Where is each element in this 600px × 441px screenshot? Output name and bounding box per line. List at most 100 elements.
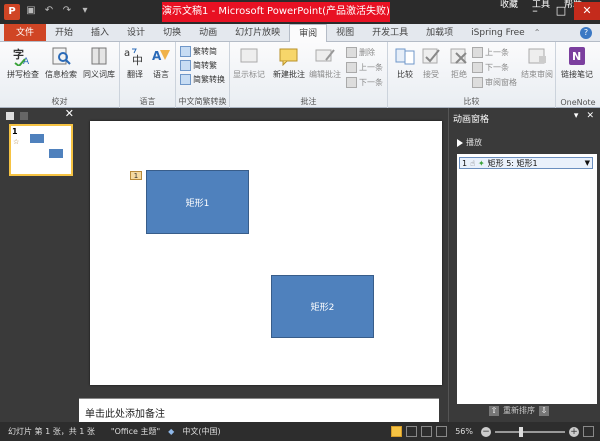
move-up-icon[interactable]: ⇧ [489,405,499,416]
group-chinese-conversion: 繁转简 简转繁 简繁转换 中文简繁转换 [176,42,230,108]
reviewing-pane-button[interactable]: 审阅窗格 [472,76,517,89]
save-icon[interactable]: ▣ [24,4,38,18]
normal-view-icon[interactable] [391,426,403,437]
tab-insert[interactable]: 插入 [82,24,118,41]
language-button[interactable]: A 语言 [144,46,178,86]
compare-previous-button[interactable]: 上一条 [472,46,509,59]
shape-label: 矩形1 [185,198,210,209]
animation-list-item[interactable]: 1 ☝ ✦ 矩形 5: 矩形1 ▼ [459,157,593,169]
compare-next-label: 下一条 [485,63,509,72]
tab-design[interactable]: 设计 [118,24,154,41]
theme-status[interactable]: "Office 主题" [103,426,168,437]
tab-ispring[interactable]: iSpring Free [462,24,534,41]
outline-tab-icon[interactable] [20,112,28,120]
reviewing-pane-label: 审阅窗格 [485,78,517,87]
animation-order-tag[interactable]: 1 [130,171,142,180]
tab-file[interactable]: 文件 [4,24,47,41]
research-button[interactable]: 信息检索 [44,46,78,86]
next-comment-button[interactable]: 下一条 [346,76,383,89]
compare-next-button[interactable]: 下一条 [472,61,509,74]
tab-view[interactable]: 视图 [327,24,363,41]
accept-label: 接受 [423,70,439,79]
edit-comment-icon [315,49,335,62]
spelling-button[interactable]: 字A 拼写检查 [6,46,40,86]
play-button[interactable]: 播放 [457,136,493,149]
animation-pane-title: 动画窗格 [453,115,490,125]
spelling-label: 拼写检查 [7,70,39,79]
chinese-convert-button[interactable]: 简繁转换 [180,73,225,86]
to-traditional-label: 简转繁 [193,61,217,70]
item-dropdown-icon[interactable]: ▼ [585,159,590,167]
group-onenote: N 链接笔记 OneNote [556,42,600,108]
slides-panel-close-icon[interactable]: ✕ [65,108,74,120]
slides-tab-icon[interactable] [6,112,14,120]
fit-to-window-icon[interactable] [583,426,594,437]
compare-previous-label: 上一条 [485,48,509,57]
linked-notes-button[interactable]: N 链接笔记 [560,46,594,86]
zoom-level[interactable]: 56% [455,427,473,436]
new-comment-icon [279,48,298,66]
show-markup-button[interactable]: 显示标记 [232,46,266,86]
slide-sorter-view-icon[interactable] [406,426,418,437]
thesaurus-icon [91,47,107,65]
mouse-click-icon: ☝ [470,158,475,168]
translate-label: 翻译 [127,70,143,79]
zoom-slider-handle[interactable] [519,426,523,437]
thesaurus-button[interactable]: 同义词库 [82,46,116,86]
to-simplified-button[interactable]: 繁转简 [180,45,217,58]
to-traditional-button[interactable]: 简转繁 [180,59,217,72]
tab-home[interactable]: 开始 [46,24,82,41]
group-proofing: 字A 拼写检查 信息检索 同义词库 校对 [0,42,120,108]
slide-thumbnail[interactable]: 1 ☆ [9,124,73,176]
compare-next-icon [472,62,483,73]
edit-comment-label: 编辑批注 [309,70,341,79]
zoom-in-icon[interactable]: + [569,426,579,437]
reject-button[interactable]: 拒绝 [442,46,476,86]
end-review-button[interactable]: 结束审阅 [520,46,554,86]
tab-animations[interactable]: 动画 [190,24,226,41]
zoom-slider[interactable] [495,426,565,437]
tab-transitions[interactable]: 切换 [154,24,190,41]
notes-pane[interactable]: 单击此处添加备注 [79,398,439,422]
pane-close-icon[interactable]: ✕ [586,111,594,121]
group-label-proofing: 校对 [51,97,68,106]
tab-addins[interactable]: 加载项 [417,24,462,41]
qat-dropdown-icon[interactable]: ▾ [78,4,92,18]
language-status[interactable]: 中文(中国) [174,426,228,437]
new-comment-button[interactable]: 新建批注 [272,46,306,86]
rectangle-shape-1[interactable]: 矩形1 [146,170,249,234]
slide-canvas[interactable]: 1 矩形1 矩形2 [90,121,442,385]
edit-comment-button[interactable]: 编辑批注 [308,46,342,86]
top-menu-item[interactable]: 收藏 [500,0,518,10]
reading-view-icon[interactable] [421,426,433,437]
reorder-controls: ⇧ 重新排序 ⇩ [489,405,549,416]
group-comments: 显示标记 新建批注 编辑批注 删除 上一条 下一条 批注 [230,42,388,108]
compare-label: 比较 [397,70,413,79]
slideshow-view-icon[interactable] [436,426,448,437]
group-language: a中 翻译 A 语言 语言 [120,42,176,108]
pane-dropdown-icon[interactable]: ▾ [574,111,579,121]
rectangle-shape-2[interactable]: 矩形2 [271,275,374,338]
end-review-icon [528,48,546,64]
maximize-icon[interactable]: □ [548,2,574,20]
animation-star-icon: ☆ [13,138,20,146]
previous-comment-button[interactable]: 上一条 [346,61,383,74]
powerpoint-logo-icon[interactable]: P [4,4,20,20]
to-simplified-label: 繁转简 [193,47,217,56]
help-icon[interactable]: ? [580,27,592,39]
move-down-icon[interactable]: ⇩ [539,405,549,416]
group-compare: 比较 接受 拒绝 上一条 下一条 审阅窗格 结束审阅 比较 [388,42,556,108]
tab-slideshow[interactable]: 幻灯片放映 [226,24,289,41]
tab-developer[interactable]: 开发工具 [363,24,417,41]
undo-icon[interactable]: ↶ [42,4,56,18]
ribbon-collapse-icon[interactable]: ⌃ [534,24,541,41]
close-icon[interactable]: ✕ [574,2,600,20]
next-label: 下一条 [359,78,383,87]
redo-icon[interactable]: ↷ [60,4,74,18]
tab-review[interactable]: 审阅 [289,24,328,43]
svg-text:中: 中 [132,54,143,66]
zoom-out-icon[interactable]: − [481,426,491,437]
delete-comment-button[interactable]: 删除 [346,46,375,59]
chinese-convert-label: 简繁转换 [193,75,225,84]
minimize-icon[interactable]: – [522,2,548,20]
